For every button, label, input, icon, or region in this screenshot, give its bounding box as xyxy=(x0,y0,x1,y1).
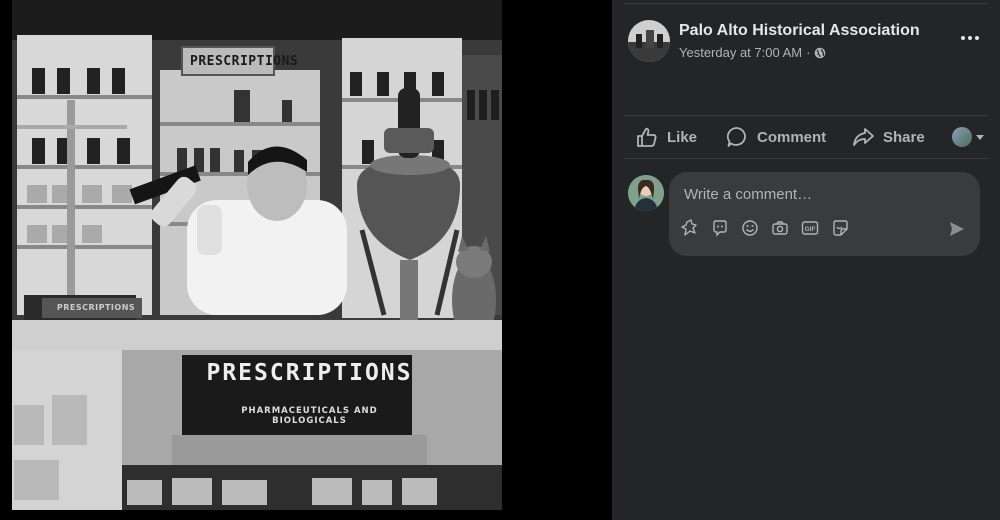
comment-input[interactable] xyxy=(682,182,966,206)
photo-scale-base-sign: PRESCRIPTIONS xyxy=(56,303,136,312)
post-meta: Yesterday at 7:00 AM · xyxy=(679,45,826,60)
photo-viewer: PRESCRIPTIONS PRESCRIPTIONS PHARMACEUTIC… xyxy=(0,0,612,520)
post-timestamp[interactable]: Yesterday at 7:00 AM xyxy=(679,45,802,60)
user-avatar-image xyxy=(628,175,664,211)
user-avatar[interactable] xyxy=(628,175,664,211)
camera-button[interactable] xyxy=(771,219,789,237)
send-icon[interactable] xyxy=(948,220,966,238)
like-button[interactable]: Like xyxy=(636,118,697,156)
more-horizontal-icon xyxy=(961,36,965,40)
photo-sign-top: PRESCRIPTIONS xyxy=(190,54,299,69)
sticker-icon xyxy=(833,220,848,236)
meta-separator: · xyxy=(806,45,811,60)
post-panel: Palo Alto Historical Association Yesterd… xyxy=(612,0,1000,520)
thumbs-up-icon xyxy=(637,127,657,147)
globe-icon xyxy=(815,47,826,58)
post-header: Palo Alto Historical Association Yesterd… xyxy=(628,20,988,66)
photo-counter-subtitle: PHARMACEUTICALS AND BIOLOGICALS xyxy=(241,406,378,426)
emoji-button[interactable] xyxy=(741,219,759,237)
gif-label: GIF xyxy=(805,226,816,233)
comment-tools: GIF xyxy=(681,219,849,237)
comment-composer: GIF xyxy=(628,172,984,256)
share-arrow-icon xyxy=(853,128,874,146)
comment-box: GIF xyxy=(669,172,980,256)
share-label: Share xyxy=(883,128,925,146)
gif-button[interactable]: GIF xyxy=(801,219,819,237)
post-photo[interactable]: PRESCRIPTIONS PRESCRIPTIONS PHARMACEUTIC… xyxy=(12,0,502,510)
sticker-button[interactable] xyxy=(831,219,849,237)
gif-picker-icon xyxy=(713,220,727,237)
share-button[interactable]: Share xyxy=(852,118,925,156)
actions-top-divider xyxy=(624,115,988,116)
more-dot xyxy=(975,36,979,40)
chevron-down-icon xyxy=(976,134,984,140)
page-avatar-image xyxy=(628,20,670,62)
post-actions-bar: Like Comment Share xyxy=(624,118,988,156)
more-dot xyxy=(968,36,972,40)
like-label: Like xyxy=(667,128,698,146)
page-name-link[interactable]: Palo Alto Historical Association xyxy=(679,22,920,40)
photo-counter-sign: PRESCRIPTIONS xyxy=(206,360,413,386)
profile-avatar-small xyxy=(952,127,972,147)
speech-bubble-icon xyxy=(726,127,746,147)
avatar-sticker-icon xyxy=(681,219,697,236)
more-options-button[interactable] xyxy=(956,28,984,48)
comment-button[interactable]: Comment xyxy=(726,118,826,156)
page-avatar[interactable] xyxy=(628,20,670,62)
top-divider xyxy=(624,3,988,4)
react-as-selector[interactable] xyxy=(952,118,984,156)
gif-icon: GIF xyxy=(801,221,819,235)
emoji-icon xyxy=(742,220,758,236)
actions-bottom-divider xyxy=(624,158,988,159)
camera-icon xyxy=(772,221,788,235)
avatar-sticker-button[interactable] xyxy=(681,219,699,237)
photo-illustration xyxy=(12,0,502,510)
comment-label: Comment xyxy=(757,128,827,146)
gif-picker-button[interactable] xyxy=(711,219,729,237)
